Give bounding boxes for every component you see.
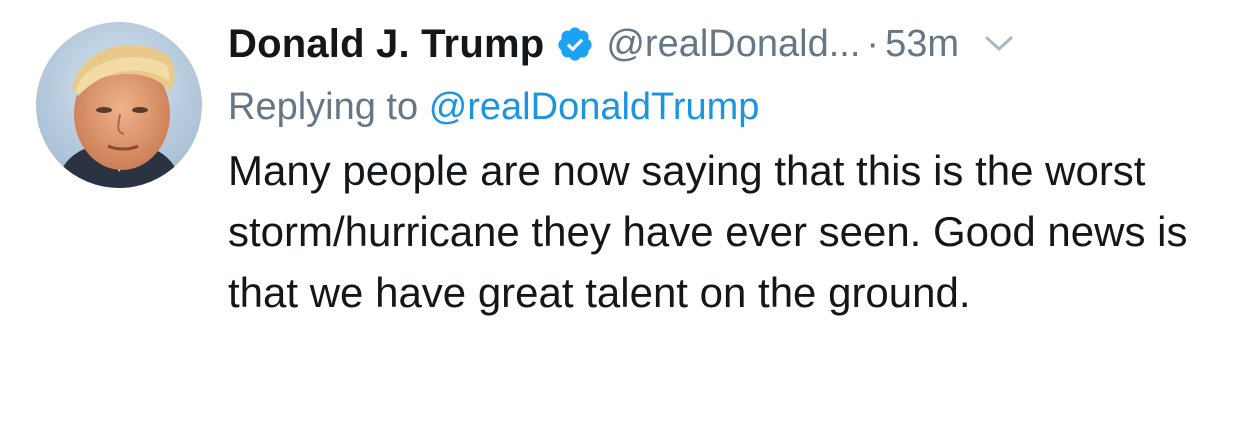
avatar-photo: [36, 22, 202, 188]
separator-dot: ·: [866, 22, 880, 65]
tweet-header: Donald J. Trump @realDonald... · 53m: [228, 14, 1218, 74]
verified-badge-icon: [556, 25, 594, 63]
author-handle[interactable]: @realDonald...: [606, 23, 860, 66]
timestamp[interactable]: 53m: [885, 23, 959, 66]
tweet-content: Donald J. Trump @realDonald... · 53m Rep…: [228, 14, 1218, 323]
author-name[interactable]: Donald J. Trump: [228, 22, 544, 67]
avatar[interactable]: [36, 22, 202, 188]
tweet-text: Many people are now saying that this is …: [228, 147, 1188, 316]
reply-context: Replying to @realDonaldTrump: [228, 82, 1218, 132]
chevron-down-icon[interactable]: [981, 32, 1017, 56]
tweet: Donald J. Trump @realDonald... · 53m Rep…: [0, 0, 1242, 428]
reply-mention-link[interactable]: @realDonaldTrump: [429, 86, 760, 128]
reply-prefix: Replying to: [228, 86, 419, 128]
